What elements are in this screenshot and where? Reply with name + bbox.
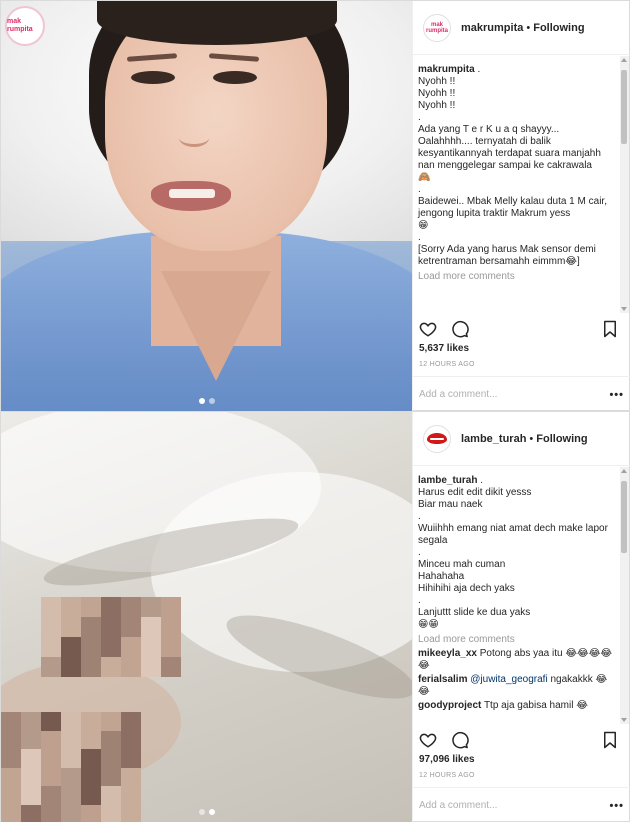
separator: •	[526, 21, 531, 34]
scroll-thumb[interactable]	[621, 70, 627, 144]
load-more-comments-link[interactable]: Load more comments	[418, 634, 616, 646]
post-image[interactable]: mak rumpita	[1, 1, 412, 412]
comment-item: mikeeyla_xx Potong abs yaa itu 😂😂😂😂😂	[418, 648, 616, 672]
caption-line: [Sorry Ada yang harus Mak sensor demi ke…	[418, 244, 599, 267]
caption-username[interactable]: lambe_turah	[418, 475, 477, 486]
bookmark-icon[interactable]	[602, 731, 620, 749]
caption-username[interactable]: makrumpita	[418, 64, 475, 75]
caption-line: Biar mau naek	[418, 499, 483, 510]
comment-icon[interactable]	[451, 320, 469, 338]
caption-line: Hahahaha	[418, 571, 465, 582]
following-button[interactable]: Following	[536, 433, 587, 445]
carousel-dot[interactable]	[198, 809, 205, 815]
separator: •	[529, 432, 534, 445]
watermark-logo: mak rumpita	[5, 6, 45, 46]
post-header: mak rumpita makrumpita • Following	[413, 1, 630, 55]
post-image[interactable]	[1, 412, 412, 822]
carousel-dot-active[interactable]	[198, 398, 205, 404]
heart-icon[interactable]	[419, 731, 437, 749]
comment-item: ferialsalim @juwita_geografi ngakakkk 😂😂	[418, 674, 616, 698]
caption-line: Nyohh !!	[418, 88, 456, 99]
comment-icon[interactable]	[451, 731, 469, 749]
comment-item: goodyproject Ttp aja gabisa hamil 😂	[418, 700, 616, 712]
carousel-dot-active[interactable]	[208, 809, 215, 815]
caption-line: .	[418, 511, 421, 522]
post-makrumpita: mak rumpita mak rumpita makrumpita • Fol…	[0, 0, 630, 412]
comments-list[interactable]: lambe_turah . Harus edit edit dikit yess…	[413, 467, 630, 724]
caption-line: Wuiihhh emang niat amat dech make lapor …	[418, 523, 611, 546]
heart-icon[interactable]	[419, 320, 437, 338]
caption-line: Nyohh !!	[418, 100, 456, 111]
likes-count[interactable]: 97,096 likes	[419, 754, 475, 765]
carousel-dot[interactable]	[208, 398, 215, 404]
add-comment-input[interactable]: Add a comment...	[419, 800, 609, 811]
scroll-down-icon[interactable]	[621, 718, 627, 722]
carousel-dots	[1, 809, 412, 815]
caption-line: Baidewei.. Mbak Melly kalau duta 1 M cai…	[418, 196, 610, 219]
caption-line: 🙈	[418, 172, 431, 183]
comments-list[interactable]: makrumpita . Nyohh !! Nyohh !! Nyohh !!. Ad…	[413, 56, 630, 313]
scroll-thumb[interactable]	[621, 481, 627, 553]
caption-line: Lanjuttt slide ke dua yaks	[418, 607, 531, 618]
add-comment-bar: Add a comment... •••	[413, 787, 630, 822]
post-side-panel: lambe_turah • Following lambe_turah . Ha…	[412, 412, 630, 822]
comments-scrollbar[interactable]	[620, 467, 629, 724]
caption-line: Hihihihi aja dech yaks	[418, 583, 515, 594]
username-link[interactable]: lambe_turah	[461, 433, 526, 445]
scroll-down-icon[interactable]	[621, 307, 627, 311]
comment-username[interactable]: goodyproject	[418, 700, 481, 711]
action-bar	[413, 315, 630, 343]
avatar[interactable]: mak rumpita	[423, 13, 451, 42]
caption-line: 😁😁	[418, 619, 439, 630]
caption-line: .	[418, 184, 421, 195]
bookmark-icon[interactable]	[602, 320, 620, 338]
caption-line: Ada yang T e r K u a q shayyy...	[418, 124, 560, 135]
timestamp[interactable]: 12 HOURS AGO	[419, 361, 475, 368]
more-options-icon[interactable]: •••	[609, 800, 624, 812]
add-comment-input[interactable]: Add a comment...	[419, 389, 609, 400]
caption-line: .	[418, 595, 421, 606]
avatar[interactable]	[423, 424, 451, 453]
likes-count[interactable]: 5,637 likes	[419, 343, 469, 354]
action-bar	[413, 726, 630, 754]
caption-line: Nyohh !!	[418, 76, 456, 87]
comment-username[interactable]: mikeeyla_xx	[418, 648, 477, 659]
username-link[interactable]: makrumpita	[461, 22, 523, 34]
caption-line: 😁	[418, 220, 429, 231]
comment-username[interactable]: ferialsalim	[418, 674, 467, 685]
carousel-dots	[1, 398, 412, 404]
scroll-up-icon[interactable]	[621, 58, 627, 62]
scroll-up-icon[interactable]	[621, 469, 627, 473]
post-side-panel: mak rumpita makrumpita • Following makru…	[412, 1, 630, 412]
caption-line: .	[418, 232, 421, 243]
more-options-icon[interactable]: •••	[609, 389, 624, 401]
comments-scrollbar[interactable]	[620, 56, 629, 313]
caption-line: Minceu mah cuman	[418, 559, 506, 570]
following-button[interactable]: Following	[533, 22, 584, 34]
comment-mention-link[interactable]: @juwita_geografi	[470, 674, 547, 685]
censor-mosaic	[1, 712, 141, 822]
add-comment-bar: Add a comment... •••	[413, 376, 630, 412]
caption-line: Harus edit edit dikit yesss	[418, 487, 532, 498]
caption-line: .	[418, 547, 421, 558]
post-header: lambe_turah • Following	[413, 412, 630, 466]
censor-mosaic	[41, 597, 181, 677]
timestamp[interactable]: 12 HOURS AGO	[419, 772, 475, 779]
caption-line: .	[418, 112, 421, 123]
post-lambe-turah: lambe_turah • Following lambe_turah . Ha…	[0, 411, 630, 822]
comment-text: Ttp aja gabisa hamil 😂	[483, 700, 588, 711]
lips-icon	[427, 433, 447, 444]
caption-line: Oalahhhh.... ternyatah di balik kesyanti…	[418, 136, 604, 171]
load-more-comments-link[interactable]: Load more comments	[418, 271, 616, 283]
